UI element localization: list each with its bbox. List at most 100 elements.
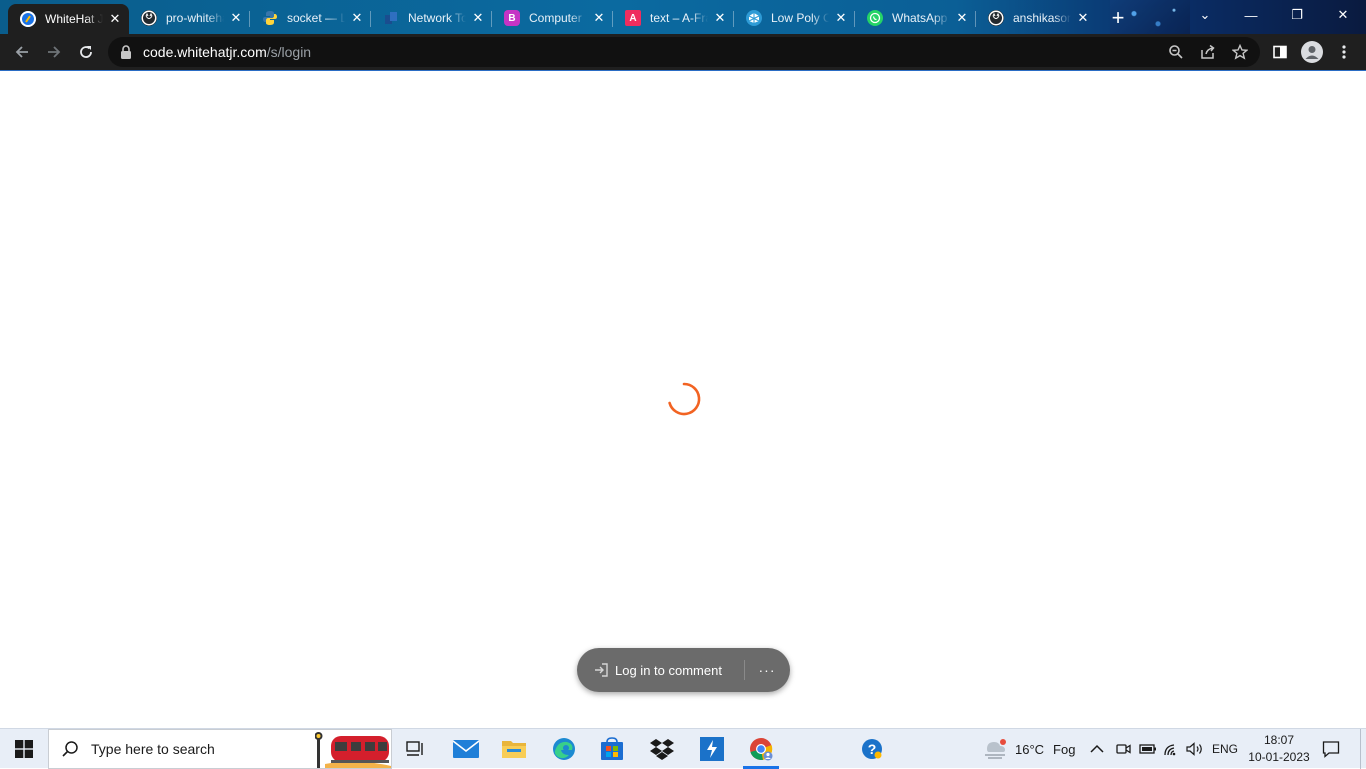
side-panel-icon[interactable] xyxy=(1270,42,1290,62)
taskbar-search[interactable]: Type here to search xyxy=(48,729,392,769)
search-icon xyxy=(62,741,78,757)
tab-whatsapp[interactable]: WhatsApp ✕ xyxy=(855,4,976,32)
edge-app[interactable] xyxy=(540,729,588,769)
close-tab-icon[interactable]: ✕ xyxy=(1075,10,1091,26)
weather-widget[interactable]: 16°C Fog xyxy=(982,729,1075,769)
tab-whitehat[interactable]: WhiteHat Jr ✕ xyxy=(8,4,129,34)
powerbi-app[interactable] xyxy=(688,729,736,769)
tab-title: Network Tools xyxy=(408,11,466,25)
close-tab-icon[interactable]: ✕ xyxy=(833,10,849,26)
store-app[interactable] xyxy=(588,729,636,769)
tab-title: Computer xyxy=(529,11,582,25)
zoom-icon[interactable] xyxy=(1166,42,1186,62)
tab-socket[interactable]: socket — Low ✕ xyxy=(250,4,371,32)
clock-time: 18:07 xyxy=(1263,733,1295,747)
login-to-comment-button[interactable]: Log in to comment xyxy=(615,663,722,678)
meet-now-button[interactable] xyxy=(1116,729,1132,769)
whitehat-icon xyxy=(20,11,36,27)
minimize-button[interactable]: — xyxy=(1228,0,1274,30)
notifications-button[interactable] xyxy=(1322,729,1344,769)
loading-spinner xyxy=(668,382,701,416)
forward-button[interactable] xyxy=(41,39,67,65)
chrome-app[interactable] xyxy=(737,729,785,769)
tab-network-tools[interactable]: Network Tools ✕ xyxy=(371,4,492,32)
network-button[interactable] xyxy=(1163,729,1181,769)
tab-anshikasoni[interactable]: anshikasoni ✕ xyxy=(976,4,1097,32)
close-tab-icon[interactable]: ✕ xyxy=(954,10,970,26)
tab-title: WhatsApp xyxy=(892,11,948,25)
mail-app[interactable] xyxy=(442,729,490,769)
tab-computer[interactable]: B Computer ✕ xyxy=(492,4,613,32)
tab-search-button[interactable]: ⌄ xyxy=(1182,0,1228,30)
browser-toolbar: code.whitehatjr.com/s/login xyxy=(0,34,1366,70)
dropbox-icon xyxy=(650,739,674,760)
python-icon xyxy=(262,10,278,26)
close-tab-icon[interactable]: ✕ xyxy=(591,10,607,26)
show-hidden-icons-button[interactable] xyxy=(1090,729,1104,769)
weather-temp: 16°C xyxy=(1015,741,1045,757)
show-desktop-button[interactable] xyxy=(1360,729,1366,769)
tab-pro-whitehat[interactable]: pro-whitehat ✕ xyxy=(129,4,250,32)
lock-icon[interactable] xyxy=(119,45,133,59)
github-icon xyxy=(988,10,1004,26)
help-app[interactable]: ? xyxy=(848,729,896,769)
more-options-button[interactable]: ··· xyxy=(757,660,777,680)
close-tab-icon[interactable]: ✕ xyxy=(470,10,486,26)
search-highlight-train-icon xyxy=(315,730,391,768)
volume-button[interactable] xyxy=(1186,729,1204,769)
reload-icon xyxy=(80,46,92,58)
powerbi-icon xyxy=(700,737,724,761)
github-icon xyxy=(141,10,157,26)
page-content: Log in to comment ··· xyxy=(0,71,1366,728)
close-tab-icon[interactable]: ✕ xyxy=(228,10,244,26)
close-tab-icon[interactable]: ✕ xyxy=(712,10,728,26)
share-icon[interactable] xyxy=(1198,42,1218,62)
windows-taskbar: Type here to search ? 16°C Fog ENG 18:07… xyxy=(0,728,1366,769)
bootstrap-icon: B xyxy=(504,10,520,26)
minimize-icon: — xyxy=(1244,7,1258,23)
tab-title: anshikasoni xyxy=(1013,11,1071,25)
close-window-button[interactable]: ✕ xyxy=(1320,0,1366,30)
tab-title: socket — Low xyxy=(287,11,345,25)
clock[interactable]: 18:07 10-01-2023 xyxy=(1246,732,1312,766)
input-language-button[interactable]: ENG xyxy=(1212,729,1238,769)
reload-button[interactable] xyxy=(73,39,99,65)
profile-icon[interactable] xyxy=(1300,40,1324,64)
edge-icon xyxy=(553,738,575,760)
dropbox-app[interactable] xyxy=(638,729,686,769)
battery-button[interactable] xyxy=(1139,729,1157,769)
arrow-right-icon xyxy=(48,46,61,58)
restore-icon: ❐ xyxy=(1291,7,1303,22)
tab-title: pro-whitehat xyxy=(166,11,224,25)
notification-icon xyxy=(1322,741,1340,758)
new-tab-button[interactable]: + xyxy=(1105,5,1131,31)
url-text[interactable]: code.whitehatjr.com/s/login xyxy=(143,44,311,60)
bookmark-star-icon[interactable] xyxy=(1230,42,1250,62)
file-explorer-app[interactable] xyxy=(490,729,538,769)
task-view-button[interactable] xyxy=(392,729,440,769)
tab-title: text – A-Frame xyxy=(650,11,708,25)
divider xyxy=(744,660,745,680)
restore-button[interactable]: ❐ xyxy=(1274,0,1320,30)
close-tab-icon[interactable]: ✕ xyxy=(107,11,123,27)
tab-low-poly[interactable]: Low Poly Cart ✕ xyxy=(734,4,855,32)
store-icon xyxy=(601,737,623,760)
tab-aframe[interactable]: A text – A-Frame ✕ xyxy=(613,4,734,32)
address-bar[interactable]: code.whitehatjr.com/s/login xyxy=(108,37,1260,67)
chrome-icon xyxy=(750,738,773,761)
clock-date: 10-01-2023 xyxy=(1248,750,1310,764)
menu-icon[interactable] xyxy=(1334,42,1354,62)
help-icon: ? xyxy=(862,739,882,759)
windows-logo-icon xyxy=(15,740,33,758)
start-button[interactable] xyxy=(0,729,48,769)
url-path: /s/login xyxy=(266,44,312,60)
close-tab-icon[interactable]: ✕ xyxy=(349,10,365,26)
url-host: code.whitehatjr.com xyxy=(143,44,267,60)
weather-condition: Fog xyxy=(1053,741,1076,757)
lowpoly-icon xyxy=(746,10,762,26)
tab-title: Low Poly Cart xyxy=(771,11,829,25)
back-button[interactable] xyxy=(9,39,35,65)
aframe-icon: A xyxy=(625,10,641,26)
battery-icon xyxy=(1139,744,1156,754)
camera-icon xyxy=(1116,744,1131,754)
